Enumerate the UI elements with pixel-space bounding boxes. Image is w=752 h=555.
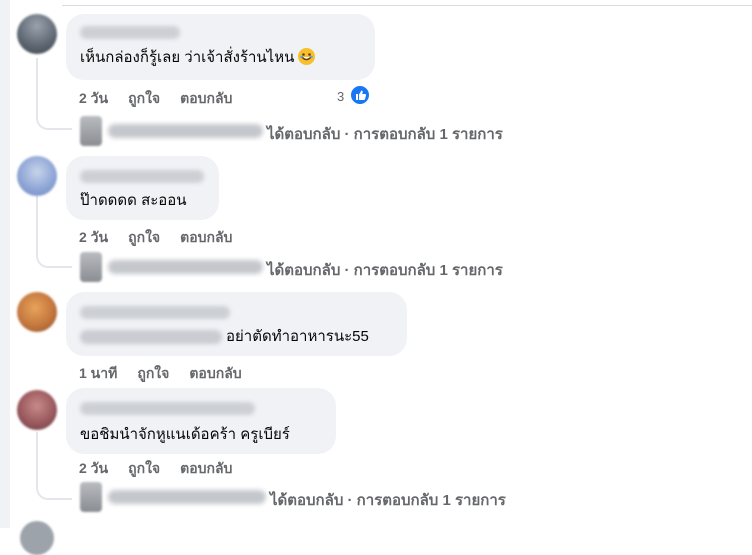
replier-name-blurred[interactable] xyxy=(108,260,263,274)
thread-connector xyxy=(36,482,72,500)
comment-actions: 2 วัน ถูกใจ ตอบกลับ xyxy=(79,227,252,249)
avatar[interactable] xyxy=(17,390,57,430)
commenter-name-blurred[interactable] xyxy=(80,26,180,39)
avatar[interactable] xyxy=(17,292,57,332)
comment-bubble: เห็นกล่องก็รู้เลย ว่าเจ้าสั่งร้านไหน xyxy=(66,14,375,80)
comment-actions: 2 วัน ถูกใจ ตอบกลับ xyxy=(79,458,252,480)
reply-button[interactable]: ตอบกลับ xyxy=(189,365,241,381)
comment-actions: 1 นาที ถูกใจ ตอบกลับ xyxy=(79,363,262,385)
comment-time-link[interactable]: 2 วัน xyxy=(79,90,108,106)
avatar[interactable] xyxy=(17,156,57,196)
comment-bubble: ป๊าดดดด สะออน xyxy=(66,156,219,220)
mention-blurred[interactable] xyxy=(80,330,222,344)
comment-time-link[interactable]: 2 วัน xyxy=(79,229,108,245)
comment-text: เห็นกล่องก็รู้เลย ว่าเจ้าสั่งร้านไหน xyxy=(80,48,316,68)
reply-button[interactable]: ตอบกลับ xyxy=(180,460,232,476)
view-replies-link[interactable]: ได้ตอบกลับ · การตอบกลับ 1 รายการ xyxy=(267,258,503,282)
comment-bubble: อย่าตัดทำอาหารนะ55 xyxy=(66,292,407,356)
comment-time-link[interactable]: 1 นาที xyxy=(79,365,117,381)
like-button[interactable]: ถูกใจ xyxy=(137,365,169,381)
reply-avatar[interactable] xyxy=(80,116,102,146)
divider xyxy=(62,5,752,6)
reply-button[interactable]: ตอบกลับ xyxy=(180,90,232,106)
commenter-name-blurred[interactable] xyxy=(80,402,255,415)
replier-name-blurred[interactable] xyxy=(108,124,263,138)
like-reaction-icon[interactable] xyxy=(349,84,371,106)
thread-connector xyxy=(36,112,72,130)
thread-line xyxy=(36,58,38,118)
comment-bubble: ขอชิมนำจักหูแนเด้อคร้า ครูเบียร์ xyxy=(66,388,336,454)
reply-avatar[interactable] xyxy=(80,252,102,282)
reaction-count[interactable]: 3 xyxy=(337,89,344,104)
reply-button[interactable]: ตอบกลับ xyxy=(180,229,232,245)
reply-avatar[interactable] xyxy=(80,482,102,512)
like-button[interactable]: ถูกใจ xyxy=(128,229,160,245)
view-replies-link[interactable]: ได้ตอบกลับ · การตอบกลับ 1 รายการ xyxy=(267,122,503,146)
commenter-name-blurred[interactable] xyxy=(80,170,204,183)
replier-name-blurred[interactable] xyxy=(108,490,266,504)
comment-actions: 2 วัน ถูกใจ ตอบกลับ xyxy=(79,88,252,110)
rolling-laughing-emoji-icon xyxy=(298,48,316,65)
thread-connector xyxy=(36,250,72,268)
comment-text-content: เห็นกล่องก็รู้เลย ว่าเจ้าสั่งร้านไหน xyxy=(80,49,295,66)
thread-line xyxy=(36,432,38,488)
comment-text: อย่าตัดทำอาหารนะ55 xyxy=(226,328,369,345)
thread-line xyxy=(36,196,38,256)
comment-time-link[interactable]: 2 วัน xyxy=(79,460,108,476)
commenter-name-blurred[interactable] xyxy=(80,306,230,319)
comment-text: ขอชิมนำจักหูแนเด้อคร้า ครูเบียร์ xyxy=(80,426,290,443)
like-button[interactable]: ถูกใจ xyxy=(128,90,160,106)
avatar[interactable] xyxy=(17,14,57,54)
comment-text: ป๊าดดดด สะออน xyxy=(80,192,187,209)
left-panel-edge xyxy=(0,0,10,528)
like-button[interactable]: ถูกใจ xyxy=(128,460,160,476)
view-replies-link[interactable]: ได้ตอบกลับ · การตอบกลับ 1 รายการ xyxy=(270,488,506,512)
avatar[interactable] xyxy=(20,521,54,555)
